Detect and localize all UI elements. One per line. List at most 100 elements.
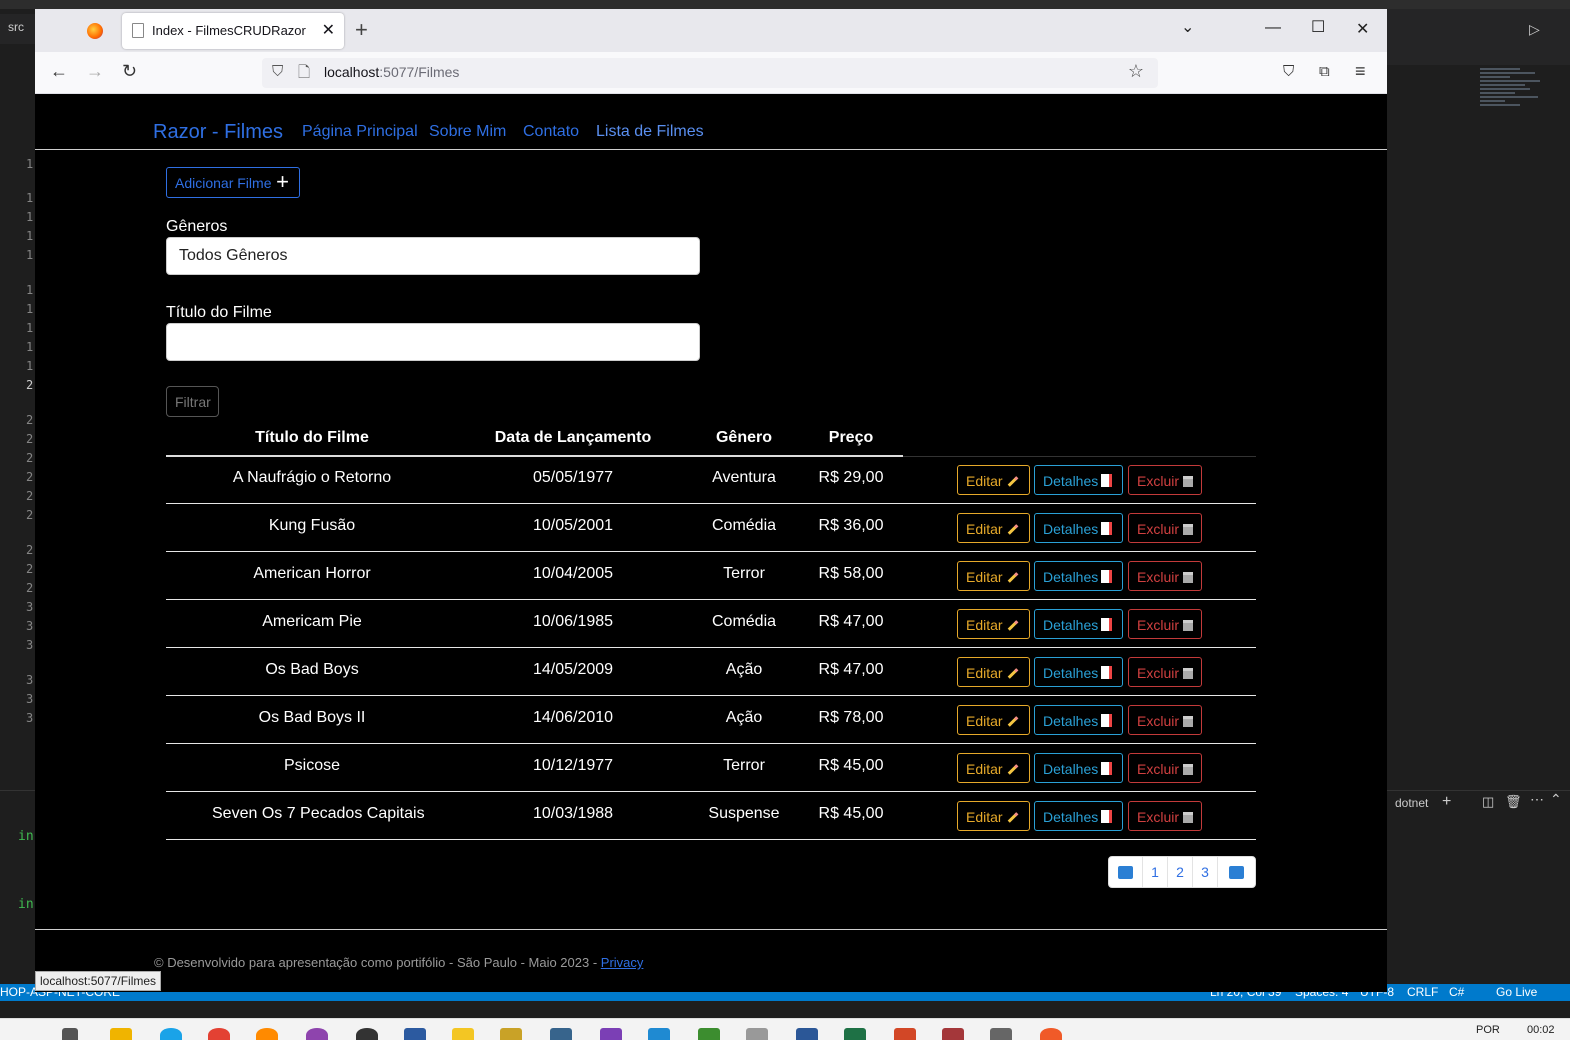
app-icon[interactable]	[1040, 1028, 1062, 1040]
edit-button[interactable]: Editar	[957, 513, 1030, 543]
page-3-link[interactable]: 3	[1193, 857, 1218, 887]
delete-button[interactable]: Excluir	[1128, 753, 1202, 783]
menu-icon[interactable]: ≡	[1355, 61, 1366, 82]
trash-icon	[1183, 716, 1194, 727]
edit-button[interactable]: Editar	[957, 561, 1030, 591]
vscode-tab-strip: src	[0, 14, 35, 44]
details-button[interactable]: Detalhes	[1034, 609, 1123, 639]
access-icon[interactable]	[942, 1028, 964, 1040]
new-tab-icon[interactable]: +	[355, 17, 368, 43]
first-page-icon[interactable]	[1109, 857, 1143, 887]
maximize-icon[interactable]: ☐	[1311, 17, 1325, 37]
edit-button[interactable]: Editar	[957, 465, 1030, 495]
delete-button[interactable]: Excluir	[1128, 465, 1202, 495]
language-indicator[interactable]: POR	[1476, 1024, 1500, 1036]
word-icon[interactable]	[796, 1028, 818, 1040]
vscode-icon[interactable]	[648, 1028, 670, 1040]
genre-select[interactable]: Todos Gêneros	[166, 237, 700, 275]
bookmark-star-icon[interactable]: ☆	[1128, 61, 1144, 82]
title-filter-input[interactable]	[166, 323, 700, 361]
app-icon[interactable]	[306, 1028, 328, 1040]
nav-contact[interactable]: Contato	[523, 123, 579, 141]
document-icon	[1101, 762, 1113, 775]
edge-icon[interactable]	[160, 1028, 182, 1040]
page-info-icon[interactable]: 🗋	[298, 62, 310, 87]
powerpoint-icon[interactable]	[894, 1028, 916, 1040]
details-label: Detalhes	[1043, 473, 1099, 489]
browser-tab[interactable]: Index - FilmesCRUDRazor ✕	[122, 13, 344, 49]
app-icon[interactable]	[404, 1028, 426, 1040]
chevron-up-icon[interactable]: ⌃	[1550, 791, 1562, 808]
close-window-icon[interactable]: ✕	[1356, 19, 1369, 39]
url-bar[interactable]: ⛉ 🗋 localhost:5077/Filmes ☆	[262, 58, 1158, 88]
split-terminal-icon[interactable]: ◫	[1482, 794, 1494, 810]
page-2-link[interactable]: 2	[1168, 857, 1193, 887]
explorer-icon[interactable]	[110, 1028, 132, 1040]
minimize-icon[interactable]: —	[1265, 19, 1281, 37]
firefox-icon[interactable]	[87, 23, 103, 39]
page-icon	[132, 23, 144, 38]
delete-button[interactable]: Excluir	[1128, 609, 1202, 639]
edit-button[interactable]: Editar	[957, 609, 1030, 639]
new-terminal-icon[interactable]: +	[1442, 793, 1451, 811]
delete-button[interactable]: Excluir	[1128, 513, 1202, 543]
firefox-icon[interactable]	[256, 1028, 278, 1040]
details-button[interactable]: Detalhes	[1034, 753, 1123, 783]
github-icon[interactable]	[356, 1028, 378, 1040]
delete-button[interactable]: Excluir	[1128, 705, 1202, 735]
clock[interactable]: 00:02	[1527, 1024, 1555, 1036]
delete-button[interactable]: Excluir	[1128, 561, 1202, 591]
nav-home[interactable]: Página Principal	[302, 123, 418, 141]
edit-button[interactable]: Editar	[957, 705, 1030, 735]
extensions-icon[interactable]: ⧉	[1319, 63, 1330, 80]
site-brand[interactable]: Razor - Filmes	[153, 121, 283, 144]
edit-label: Editar	[966, 713, 1003, 729]
edit-button[interactable]: Editar	[957, 753, 1030, 783]
task-view-icon[interactable]	[62, 1028, 78, 1040]
shield-icon[interactable]: ⛉	[272, 63, 283, 80]
forward-icon[interactable]: →	[86, 61, 104, 82]
delete-button[interactable]: Excluir	[1128, 801, 1202, 831]
app-icon[interactable]	[452, 1028, 474, 1040]
more-icon[interactable]: ⋯	[1530, 791, 1544, 808]
trash-icon[interactable]: 🗑	[1505, 794, 1522, 810]
filter-button[interactable]: Filtrar	[166, 386, 219, 417]
table-row: Kung Fusão 10/05/2001 Comédia R$ 36,00 Edita…	[166, 504, 1256, 552]
visual-studio-icon[interactable]	[600, 1028, 622, 1040]
url-host: localhost	[324, 64, 380, 80]
add-movie-button[interactable]: Adicionar Filme +	[166, 167, 300, 198]
excel-icon[interactable]	[844, 1028, 866, 1040]
last-page-icon[interactable]	[1218, 857, 1255, 887]
app-icon[interactable]	[746, 1028, 768, 1040]
vscode-minimap[interactable]	[1480, 66, 1560, 146]
pocket-icon[interactable]: ⛉	[1283, 63, 1294, 80]
details-button[interactable]: Detalhes	[1034, 561, 1123, 591]
ssms-icon[interactable]	[550, 1028, 572, 1040]
edit-label: Editar	[966, 617, 1003, 633]
page-1-link[interactable]: 1	[1143, 857, 1168, 887]
reload-icon[interactable]: ↻	[122, 61, 137, 82]
app-icon[interactable]	[990, 1028, 1012, 1040]
details-button[interactable]: Detalhes	[1034, 657, 1123, 687]
app-icon[interactable]	[698, 1028, 720, 1040]
close-tab-icon[interactable]: ✕	[322, 20, 335, 40]
delete-button[interactable]: Excluir	[1128, 657, 1202, 687]
details-button[interactable]: Detalhes	[1034, 705, 1123, 735]
nav-about[interactable]: Sobre Mim	[429, 123, 506, 141]
edit-button[interactable]: Editar	[957, 801, 1030, 831]
edit-button[interactable]: Editar	[957, 657, 1030, 687]
status-eol[interactable]: CRLF	[1407, 985, 1438, 999]
status-language[interactable]: C#	[1449, 985, 1464, 999]
nav-movie-list[interactable]: Lista de Filmes	[596, 123, 704, 141]
details-button[interactable]: Detalhes	[1034, 513, 1123, 543]
privacy-link[interactable]: Privacy	[601, 955, 644, 970]
cell-release-date: 10/05/2001	[532, 517, 614, 534]
back-icon[interactable]: ←	[50, 61, 68, 82]
status-golive[interactable]: Go Live	[1496, 985, 1537, 999]
list-tabs-icon[interactable]: ⌄	[1181, 17, 1194, 37]
run-icon[interactable]: ▷	[1529, 21, 1540, 38]
details-button[interactable]: Detalhes	[1034, 465, 1123, 495]
app-icon[interactable]	[500, 1028, 522, 1040]
chrome-icon[interactable]	[208, 1028, 230, 1040]
details-button[interactable]: Detalhes	[1034, 801, 1123, 831]
